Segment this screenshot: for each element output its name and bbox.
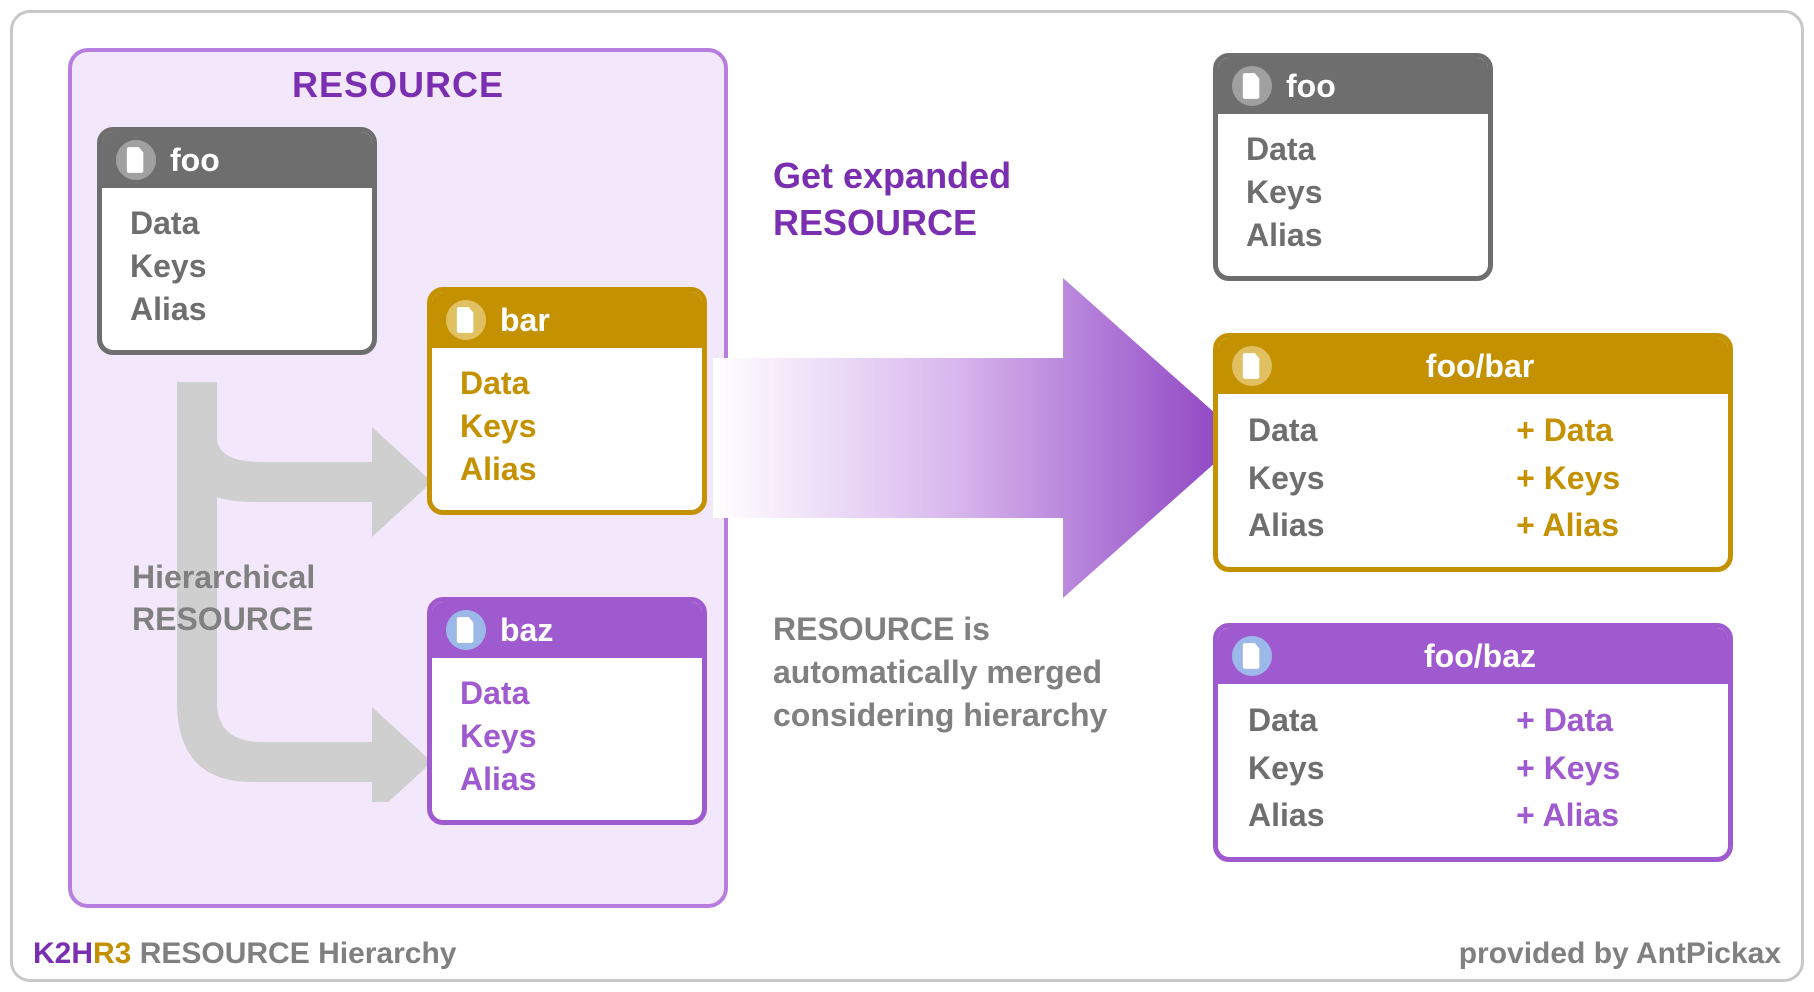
card-line: Data [130,202,344,245]
merge-cell-right: + Alias [1516,795,1698,837]
document-icon [1232,66,1272,106]
expanded-card-foo: foo Data Keys Alias [1213,53,1493,281]
document-icon [1232,636,1272,676]
card-header: foo [102,132,372,188]
merge-cell-left: Data [1248,700,1402,742]
label-line: RESOURCE is [773,608,1107,651]
hierarchical-label: Hierarchical RESOURCE [132,557,315,640]
card-header: bar [432,292,702,348]
label-line: considering hierarchy [773,694,1107,737]
card-header: foo [1218,58,1488,114]
merge-cell-right: + Alias [1516,505,1698,547]
resource-panel-title: RESOURCE [72,52,724,110]
diagram-content: RESOURCE foo [13,13,1801,929]
label-line: automatically merged [773,651,1107,694]
resource-card-baz: baz Data Keys Alias [427,597,707,825]
merge-table: Data + Data Keys + Keys Alias + Alias [1218,394,1728,567]
brand-k2h: K2H [33,937,93,970]
card-line: Alias [460,448,674,491]
label-line: RESOURCE [132,599,315,641]
merge-cell-right: + Data [1516,700,1698,742]
card-line: Data [1246,128,1460,171]
card-line: Alias [130,288,344,331]
merge-cell-left: Alias [1248,795,1402,837]
label-line: Hierarchical [132,557,315,599]
card-line: Alias [1246,214,1460,257]
expanded-card-foobaz: foo/baz Data + Data Keys + Keys Alias + Ali… [1213,623,1733,862]
card-title: baz [500,612,553,649]
merge-cell-left: Alias [1248,505,1402,547]
card-title: foo [170,142,220,179]
document-icon [446,300,486,340]
card-title: foo/baz [1286,638,1674,675]
card-title: bar [500,302,550,339]
card-body: Data Keys Alias [1218,114,1488,276]
label-line: RESOURCE [773,200,1011,247]
brand-r3: R3 [93,937,131,970]
resource-card-foo: foo Data Keys Alias [97,127,377,355]
diagram-frame: RESOURCE foo [10,10,1804,982]
resource-card-bar: bar Data Keys Alias [427,287,707,515]
document-icon [1232,346,1272,386]
card-line: Data [460,672,674,715]
card-body: Data Keys Alias [432,348,702,510]
get-expanded-label: Get expanded RESOURCE [773,153,1011,247]
merge-cell-left: Keys [1248,748,1402,790]
card-line: Alias [460,758,674,801]
card-line: Keys [460,715,674,758]
merge-cell-right: + Data [1516,410,1698,452]
card-body: Data Keys Alias [102,188,372,350]
document-icon [446,610,486,650]
card-line: Data [460,362,674,405]
merge-cell-left: Data [1248,410,1402,452]
merge-table: Data + Data Keys + Keys Alias + Alias [1218,684,1728,857]
card-title: foo/bar [1286,348,1674,385]
card-header: baz [432,602,702,658]
expanded-card-foobar: foo/bar Data + Data Keys + Keys Alias + Ali… [1213,333,1733,572]
card-header: foo/baz [1218,628,1728,684]
card-header: foo/bar [1218,338,1728,394]
expand-arrow [713,278,1243,598]
footer-provider: provided by AntPickax [1459,937,1781,971]
document-icon [116,140,156,180]
footer-rest: RESOURCE Hierarchy [131,937,456,970]
resource-panel: RESOURCE foo [68,48,728,908]
auto-merge-label: RESOURCE is automatically merged conside… [773,608,1107,738]
card-body: Data Keys Alias [432,658,702,820]
card-title: foo [1286,68,1336,105]
merge-cell-right: + Keys [1516,458,1698,500]
merge-cell-right: + Keys [1516,748,1698,790]
card-line: Keys [130,245,344,288]
footer-title: K2HR3 RESOURCE Hierarchy [33,937,456,971]
card-line: Keys [460,405,674,448]
merge-cell-left: Keys [1248,458,1402,500]
label-line: Get expanded [773,153,1011,200]
card-line: Keys [1246,171,1460,214]
footer: K2HR3 RESOURCE Hierarchy provided by Ant… [33,937,1781,971]
